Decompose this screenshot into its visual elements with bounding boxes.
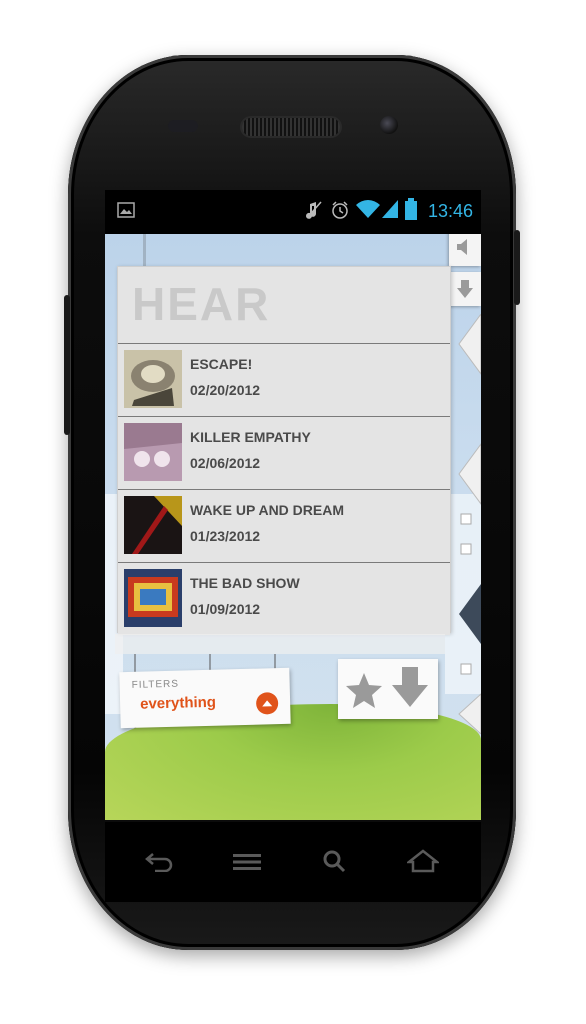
chevron-up-icon xyxy=(262,700,273,707)
filters-label: FILTERS xyxy=(131,678,180,691)
status-time: 13:46 xyxy=(427,201,473,221)
download-tab[interactable] xyxy=(449,272,481,306)
episode-title: ESCAPE! xyxy=(190,356,253,372)
episode-title: WAKE UP AND DREAM xyxy=(190,502,345,518)
episode-date: 01/09/2012 xyxy=(190,601,261,617)
gallery-icon xyxy=(117,202,135,218)
episode-list-card: HEAR ESCAPE! 02/20/2012 KILLER EMPATHY 0… xyxy=(117,266,451,635)
filters-value: everything xyxy=(139,693,217,713)
screen: 13:46 HEAR ESCAPE! 02/20/2012 KILLER EMP… xyxy=(105,190,481,820)
status-bar: 13:46 xyxy=(105,190,481,234)
power-button xyxy=(64,295,70,435)
page-title: HEAR xyxy=(132,278,271,330)
volume-icon xyxy=(457,239,467,255)
filters-toggle-button[interactable] xyxy=(255,692,279,715)
signal-icon xyxy=(382,200,398,218)
episode-date: 02/20/2012 xyxy=(190,382,261,398)
episode-date: 02/06/2012 xyxy=(190,455,261,471)
filters-panel[interactable]: FILTERS everything xyxy=(119,667,291,729)
list-item[interactable]: ESCAPE! 02/20/2012 xyxy=(118,343,450,416)
mute-icon xyxy=(306,201,322,219)
navigation-bar xyxy=(105,822,481,902)
volume-tab[interactable] xyxy=(449,234,481,266)
download-icon[interactable] xyxy=(390,665,432,711)
search-icon[interactable] xyxy=(321,848,347,874)
list-item[interactable]: THE BAD SHOW 01/09/2012 xyxy=(118,562,450,635)
actions-panel xyxy=(338,659,438,719)
front-camera xyxy=(380,116,398,134)
earpiece-speaker xyxy=(242,118,340,136)
proximity-sensor xyxy=(168,120,198,132)
list-item[interactable]: KILLER EMPATHY 02/06/2012 xyxy=(118,416,450,489)
list-item[interactable]: WAKE UP AND DREAM 01/23/2012 xyxy=(118,489,450,562)
episode-title: KILLER EMPATHY xyxy=(190,429,311,445)
back-icon[interactable] xyxy=(145,850,173,872)
episode-date: 01/23/2012 xyxy=(190,528,261,544)
wifi-icon xyxy=(356,200,380,218)
alarm-icon xyxy=(332,201,348,219)
episode-title: THE BAD SHOW xyxy=(190,575,300,591)
home-icon[interactable] xyxy=(407,848,439,874)
episode-thumbnail xyxy=(124,496,182,554)
menu-icon[interactable] xyxy=(231,852,263,872)
episode-thumbnail xyxy=(124,569,182,627)
battery-icon xyxy=(405,198,417,220)
star-icon[interactable] xyxy=(344,671,384,709)
download-arrow-icon xyxy=(457,280,473,298)
app-content: HEAR ESCAPE! 02/20/2012 KILLER EMPATHY 0… xyxy=(105,234,481,820)
episode-thumbnail xyxy=(124,350,182,408)
volume-button xyxy=(514,230,520,305)
episode-thumbnail xyxy=(124,423,182,481)
